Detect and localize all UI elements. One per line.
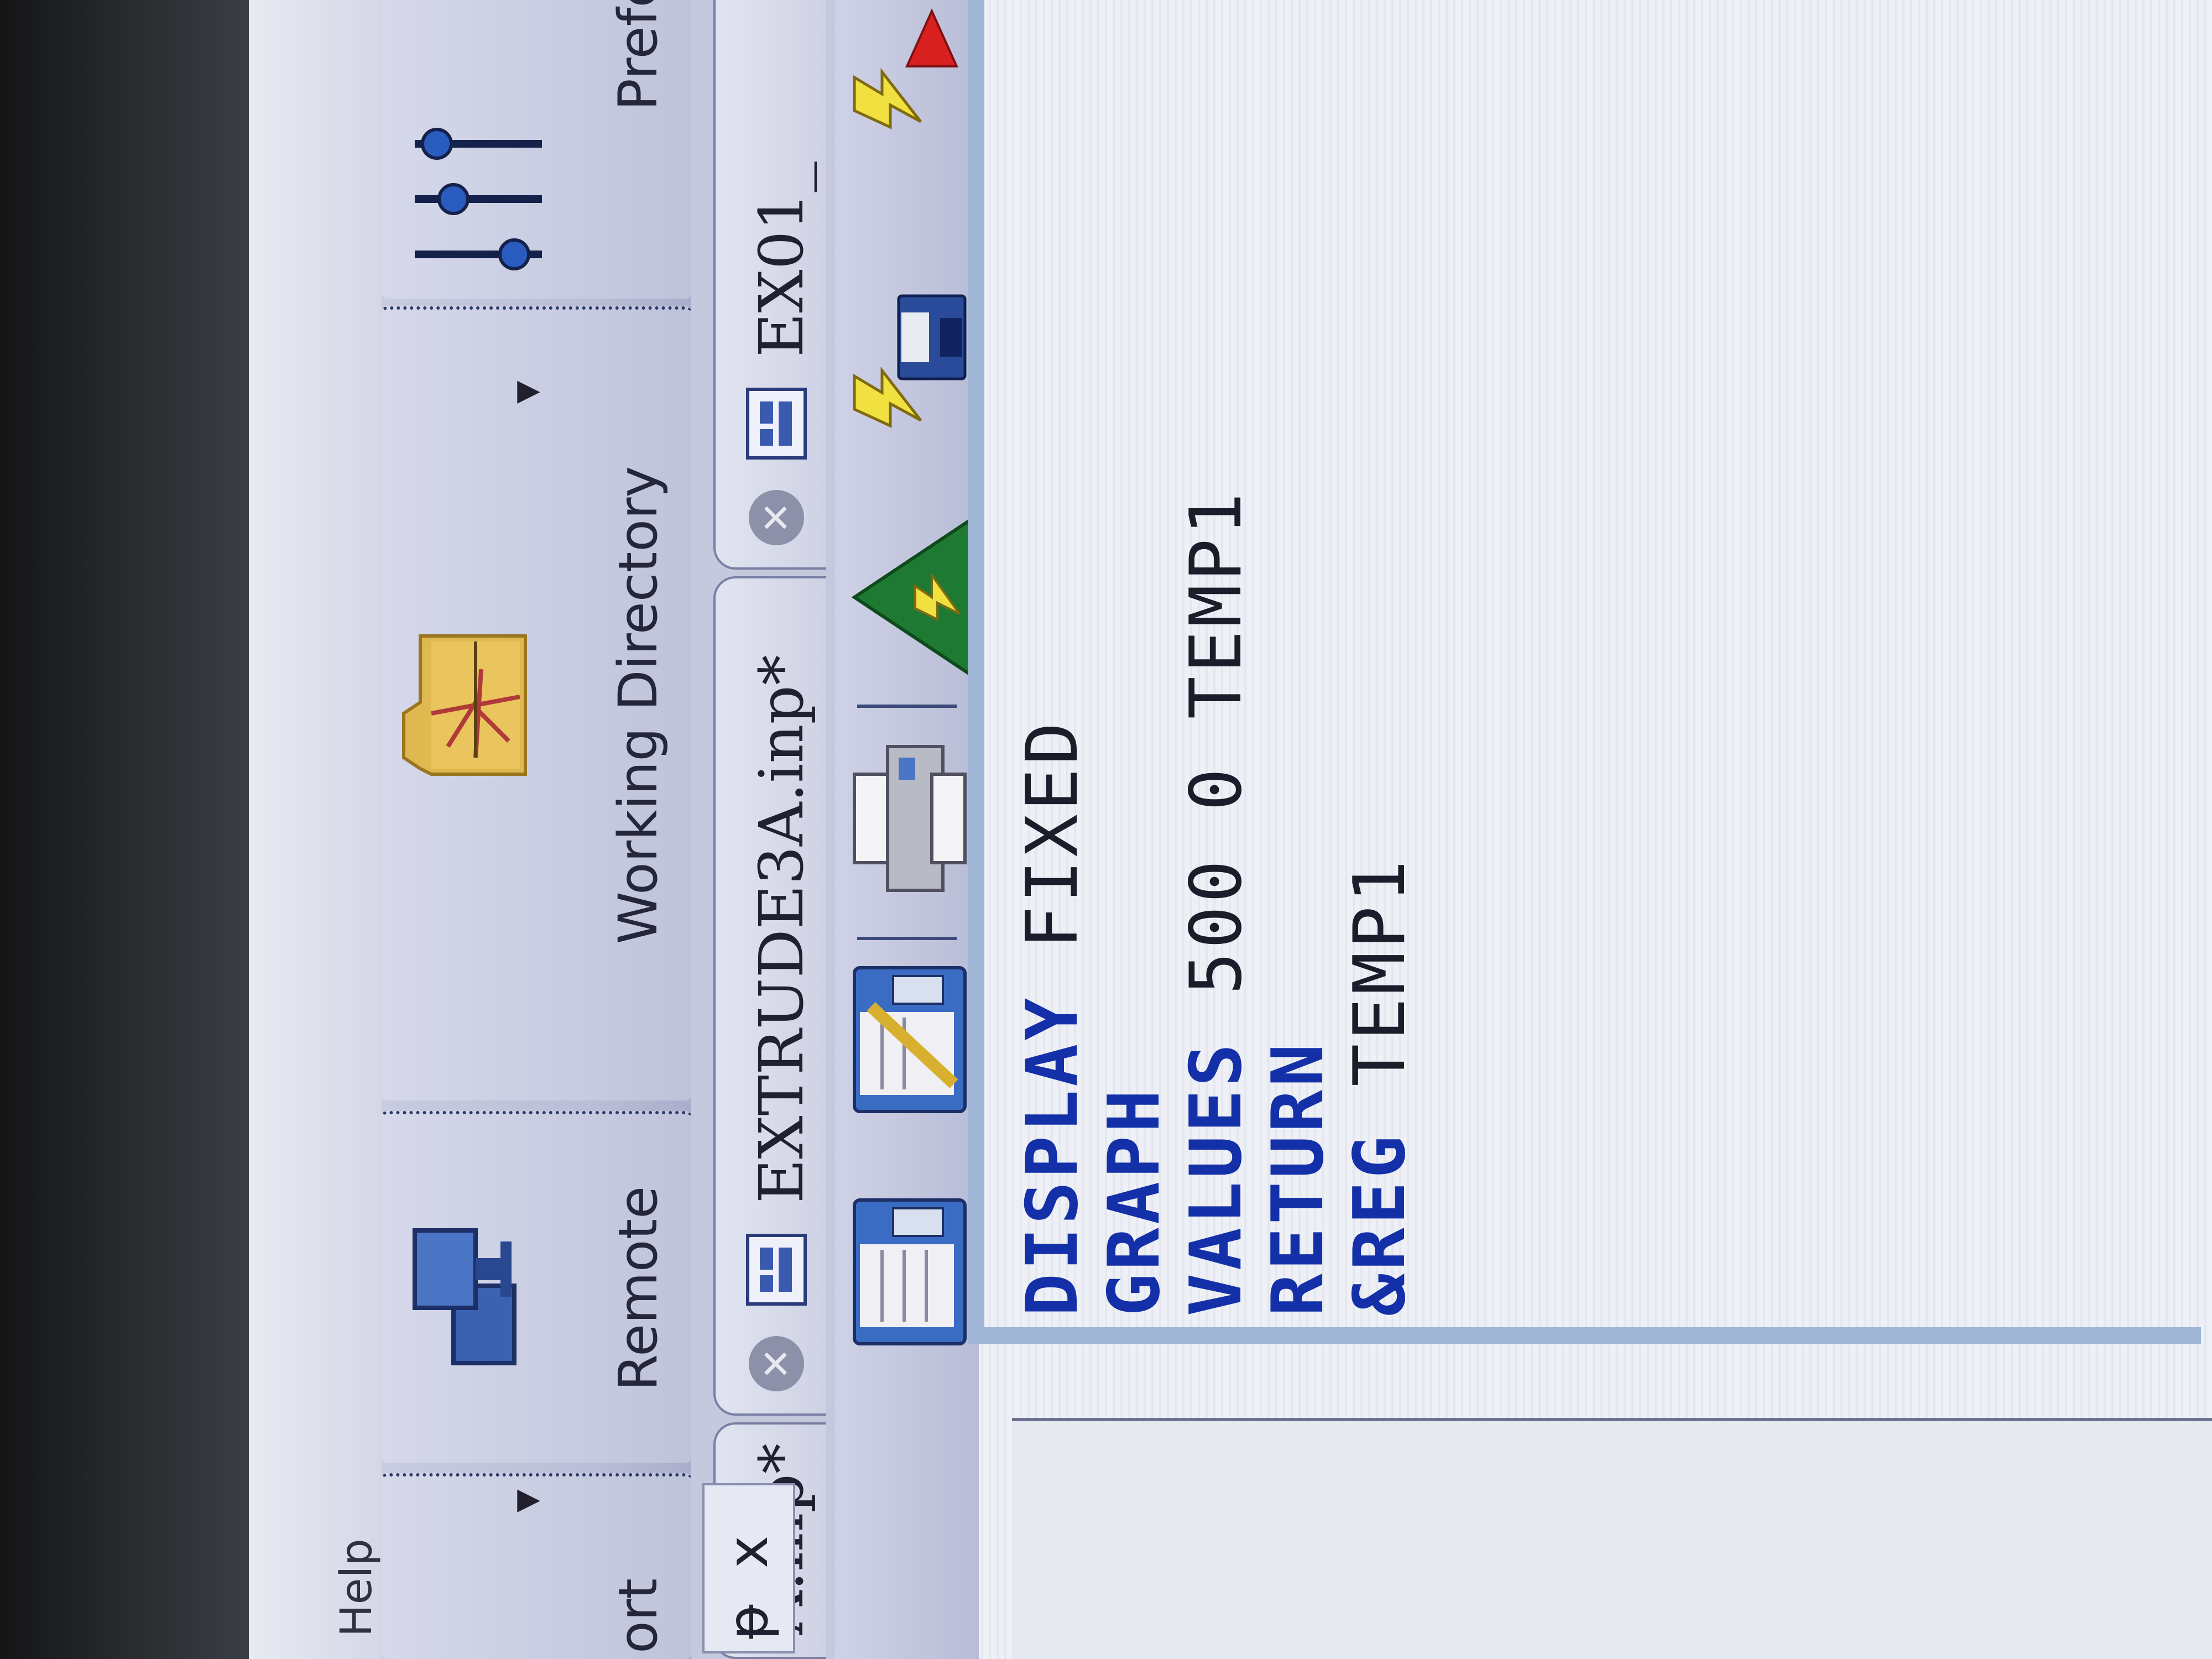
ribbon-group-label: Working Directory bbox=[607, 466, 669, 945]
monitor-bezel bbox=[0, 0, 249, 1659]
toolbar-separator bbox=[857, 705, 957, 708]
code-keyword: DISPLAY bbox=[1011, 994, 1094, 1316]
side-panel[interactable] bbox=[1012, 1418, 2212, 1659]
ribbon-group-preferences[interactable]: Preferenc bbox=[382, 0, 691, 299]
dropdown-arrow-icon[interactable]: ▼ bbox=[509, 1489, 544, 1512]
code-line: GRAPH bbox=[1093, 489, 1176, 1316]
code-line: RETURN bbox=[1257, 489, 1339, 1316]
menu-bar bbox=[249, 0, 382, 1659]
code-keyword: GRAPH bbox=[1093, 1086, 1176, 1316]
new-file-icon[interactable] bbox=[849, 1194, 973, 1349]
code-keyword: VALUES bbox=[1175, 1040, 1258, 1316]
code-line: &REG TEMP1 bbox=[1339, 489, 1421, 1316]
code-keyword: &REG bbox=[1339, 1132, 1421, 1316]
tab-label: EX01_ bbox=[746, 161, 817, 357]
document-icon bbox=[743, 385, 812, 462]
print-icon[interactable] bbox=[849, 735, 973, 901]
code-args: TEMP1 bbox=[1339, 857, 1421, 1133]
folder-icon bbox=[398, 625, 544, 780]
edit-file-icon[interactable] bbox=[849, 962, 973, 1117]
editor-text[interactable]: DISPLAY FIXED GRAPH VALUES 500 0 TEMP1 R… bbox=[1011, 489, 1421, 1316]
panel-header: ᵽ x bbox=[702, 1483, 795, 1653]
ribbon-group-import[interactable]: ort ▼ bbox=[382, 1473, 691, 1659]
dropdown-arrow-icon[interactable]: ▼ bbox=[509, 380, 544, 404]
ribbon-group-label: ort bbox=[607, 1578, 669, 1653]
run-again-icon[interactable] bbox=[849, 61, 928, 138]
flag-icon[interactable] bbox=[901, 6, 964, 72]
run-model-icon[interactable] bbox=[849, 514, 978, 680]
ribbon-group-working-directory[interactable]: Working Directory ▼ bbox=[382, 306, 691, 1100]
tab-label: EXTRUDE3A.inp* bbox=[746, 655, 817, 1203]
sliders-icon bbox=[404, 122, 555, 288]
code-keyword: RETURN bbox=[1257, 1040, 1339, 1316]
code-line: VALUES 500 0 TEMP1 bbox=[1175, 489, 1258, 1316]
application-window: Help ort ▼ Remote Working Directory ▼ ✕ … bbox=[249, 0, 2212, 1659]
ribbon: ort ▼ Remote Working Directory ▼ bbox=[382, 0, 691, 1659]
code-args: FIXED bbox=[1011, 719, 1094, 995]
editor-toolbar bbox=[835, 0, 979, 1659]
code-line: DISPLAY FIXED bbox=[1011, 489, 1094, 1316]
tab-extrude3a-inp[interactable]: ✕ EXTRUDE3A.inp* bbox=[713, 576, 826, 1416]
save-icon[interactable] bbox=[896, 293, 970, 382]
close-panel-button[interactable]: x bbox=[716, 1536, 780, 1568]
close-icon[interactable]: ✕ bbox=[749, 1336, 804, 1391]
document-icon bbox=[743, 1231, 812, 1308]
pin-icon[interactable]: ᵽ bbox=[716, 1603, 780, 1640]
document-tab-strip: A.inp* ✕ EXTRUDE3A.inp* ✕ bbox=[691, 0, 835, 1659]
tab-ex01[interactable]: ✕ EX01_ bbox=[713, 0, 826, 570]
ribbon-group-label: Remote bbox=[607, 1186, 669, 1391]
ribbon-group-label: Preferenc bbox=[607, 0, 669, 111]
code-args: 500 0 TEMP1 bbox=[1175, 489, 1258, 1041]
ribbon-group-remote[interactable]: Remote bbox=[382, 1111, 691, 1463]
toolbar-separator bbox=[857, 937, 957, 940]
menu-item-help[interactable]: Help bbox=[332, 1538, 382, 1637]
close-icon[interactable]: ✕ bbox=[749, 490, 804, 545]
monitors-icon bbox=[404, 1208, 550, 1374]
